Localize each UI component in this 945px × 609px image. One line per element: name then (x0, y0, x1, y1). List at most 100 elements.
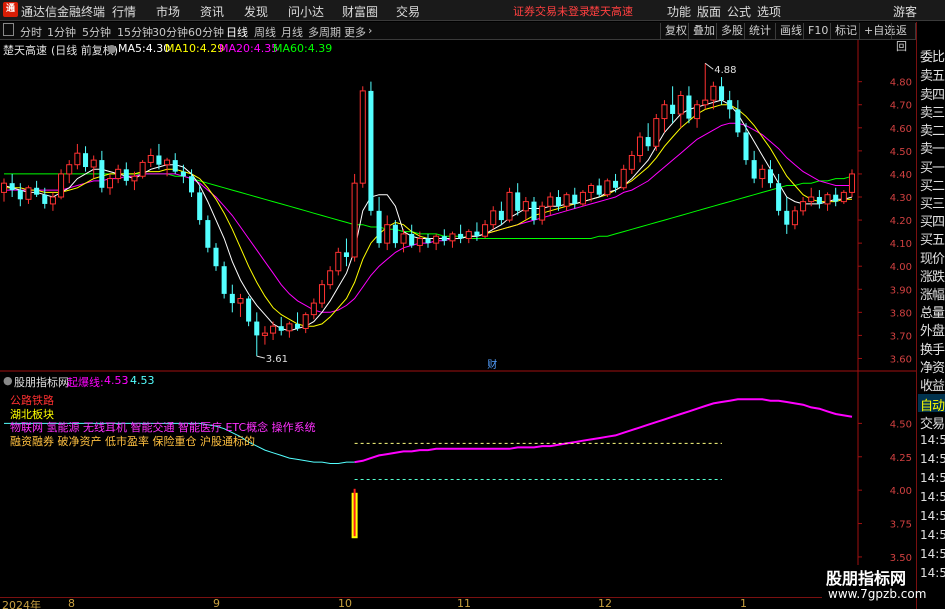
tick-time: 14:5 (920, 452, 945, 466)
candle-body (563, 194, 570, 207)
tool-adjust[interactable]: 复权 (660, 23, 691, 39)
date-label-aug: 8 (68, 597, 75, 609)
tool-mark[interactable]: 标记 (830, 23, 861, 39)
ma60-label: MA60:4.39 (273, 42, 333, 55)
date-label-dec: 12 (598, 597, 612, 609)
stock-name: 楚天高速 (3, 44, 47, 57)
menu-item-layout[interactable]: 版面 (697, 3, 721, 20)
ma20-label: MA20:4.35 (219, 42, 279, 55)
tab-daily[interactable]: 日线 (226, 24, 248, 40)
candle-body (25, 187, 32, 200)
tab-60min[interactable]: 60分钟 (188, 24, 224, 40)
menu-item-options[interactable]: 选项 (757, 3, 781, 20)
tab-weekly[interactable]: 周线 (254, 24, 276, 40)
candle-body (0, 182, 8, 193)
tab-monthly[interactable]: 月线 (281, 24, 303, 40)
settings-icon[interactable]: ● (107, 42, 117, 55)
indicator-settings-icon[interactable]: ● (3, 374, 13, 387)
tool-back[interactable]: 返回 (891, 23, 916, 53)
menu-item-quotes[interactable]: 行情 (112, 3, 136, 20)
candle-body (351, 182, 358, 258)
menu-item-trade[interactable]: 交易 (396, 3, 420, 20)
side-item-turnover: 换手 (920, 343, 945, 358)
side-item-ask4: 卖四 (920, 88, 945, 103)
candle-body (90, 159, 97, 168)
side-tab-auto[interactable]: 自动 (920, 395, 945, 414)
candle-body (172, 160, 178, 172)
candle-body (710, 85, 717, 101)
candle-body (613, 180, 619, 188)
tab-intraday[interactable]: 分时 (20, 24, 42, 40)
date-axis: 2024年 8 9 10 11 12 1 (0, 597, 916, 609)
candle-body (670, 104, 676, 114)
indicator-tick-label: 4.25 (890, 453, 912, 464)
candle-body (686, 95, 692, 119)
tool-f10[interactable]: F10 (803, 23, 832, 39)
price-tick-label: 4.00 (890, 262, 912, 273)
indicator-line-label: 起爆线: (67, 376, 104, 389)
trading-login-notice[interactable]: 证券交易未登录 (513, 3, 590, 19)
candle-body (197, 192, 203, 221)
candle-body (384, 224, 391, 244)
candle-body (465, 231, 472, 240)
candle-body (392, 224, 398, 244)
candle-body (318, 284, 326, 304)
low-marker-line (256, 355, 265, 359)
chart-canvas[interactable]: 4.80 4.70 4.60 4.50 4.40 4.30 4.20 4.10 4.00 3.90… (0, 40, 916, 597)
candle-body (106, 178, 114, 189)
menu-item-ask[interactable]: 问小达 (288, 3, 324, 20)
tool-draw[interactable]: 画线 (775, 23, 806, 39)
tab-multi-period[interactable]: 多周期 (308, 24, 341, 40)
tab-30min[interactable]: 30分钟 (152, 24, 188, 40)
candle-body (816, 197, 822, 204)
menu-item-wealth[interactable]: 财富圈 (342, 3, 378, 20)
tool-statistics[interactable]: 统计 (744, 23, 775, 39)
candle-body (34, 187, 40, 195)
candle-body (425, 238, 431, 244)
menu-item-discover[interactable]: 发现 (244, 3, 268, 20)
candle-body (343, 252, 349, 257)
menu-item-news[interactable]: 资讯 (200, 3, 224, 20)
candle-body (506, 191, 513, 221)
tool-multi-stock[interactable]: 多股 (716, 23, 747, 39)
menu-item-market[interactable]: 市场 (156, 3, 180, 20)
chart-area: 4.80 4.70 4.60 4.50 4.40 4.30 4.20 4.10 4.00 3.90… (0, 40, 916, 597)
candle-body (147, 154, 154, 163)
tab-5min[interactable]: 5分钟 (82, 24, 111, 40)
candle-body (416, 238, 423, 246)
candle-body (628, 154, 635, 170)
candle-body (522, 201, 529, 212)
menu-item-function[interactable]: 功能 (667, 3, 691, 20)
price-tick-label: 4.50 (890, 147, 912, 158)
tool-overlay[interactable]: 叠加 (688, 23, 719, 39)
candle-body (800, 201, 807, 212)
candle-body (498, 210, 504, 221)
candle-body (335, 251, 342, 272)
side-item-price: 现价 (920, 252, 945, 267)
candle-body (441, 236, 447, 241)
expand-icon[interactable] (3, 23, 14, 36)
more-chevron-icon[interactable]: › (368, 24, 372, 37)
candle-body (515, 192, 521, 211)
tab-more[interactable]: 更多 (344, 24, 366, 40)
tab-15min[interactable]: 15分钟 (117, 24, 153, 40)
period-toolbar: 分时 1分钟 5分钟 15分钟 30分钟 60分钟 日线 周线 月线 多周期 更… (0, 22, 916, 53)
menu-item-formula[interactable]: 公式 (727, 3, 751, 20)
candle-body (458, 233, 464, 239)
guest-label[interactable]: 游客 (893, 3, 917, 20)
watermark-title: 股朋指标网 (826, 569, 907, 588)
side-tab-trade[interactable]: 交易 (920, 413, 945, 432)
candle-body (588, 184, 595, 193)
side-item-bid2: 买二 (920, 179, 945, 194)
watermark-url: www.7gpzb.com (828, 587, 927, 601)
candle-body (17, 190, 23, 200)
tab-1min[interactable]: 1分钟 (47, 24, 76, 40)
candle-body (286, 323, 293, 332)
tick-time: 14:5 (920, 490, 945, 504)
price-tick-label: 4.40 (890, 170, 912, 181)
candle-body (189, 176, 195, 193)
candle-body (735, 109, 741, 133)
candle-body (254, 321, 260, 336)
side-item-ask2: 卖二 (920, 124, 945, 139)
high-price-label: 4.88 (714, 65, 736, 76)
